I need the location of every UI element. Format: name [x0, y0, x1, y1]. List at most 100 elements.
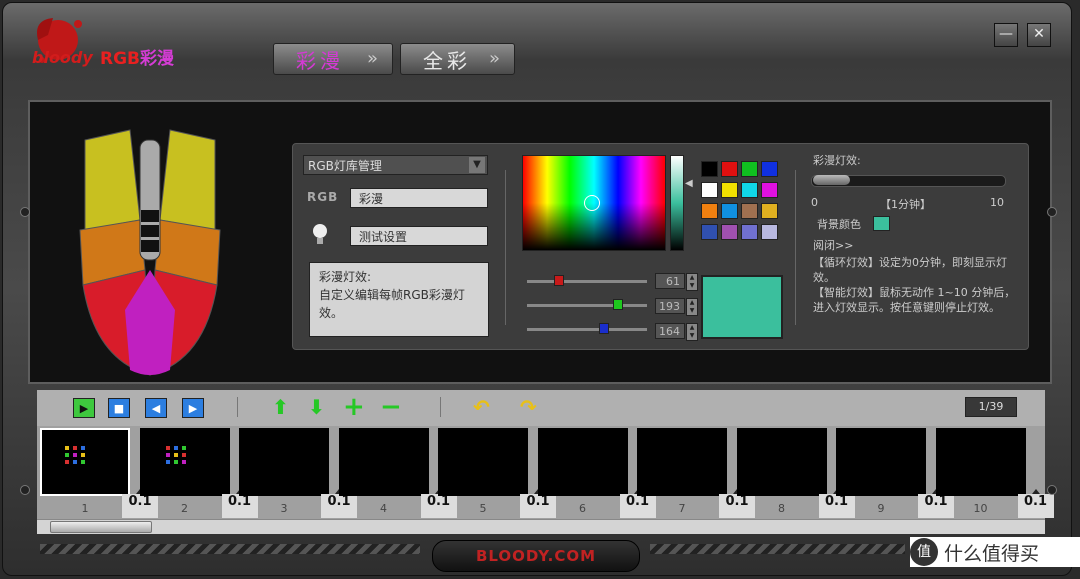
- color-swatch[interactable]: [761, 203, 778, 219]
- frame-thumbnail[interactable]: [338, 428, 429, 496]
- color-swatch[interactable]: [761, 161, 778, 177]
- minimize-button[interactable]: —: [994, 23, 1018, 47]
- screw: [1047, 485, 1057, 495]
- led-pixel: [65, 446, 69, 450]
- frame-thumbnail[interactable]: [935, 428, 1026, 496]
- frame-thumbnail[interactable]: [836, 428, 926, 496]
- led-pixel: [181, 446, 186, 450]
- color-swatch[interactable]: [721, 161, 738, 177]
- frame-thumbnail[interactable]: [40, 428, 130, 496]
- screw: [20, 207, 30, 217]
- led-pixel: [181, 460, 186, 464]
- green-spinner[interactable]: ▲ ▼: [686, 298, 698, 316]
- frame-number: 8: [778, 502, 785, 515]
- horizontal-scrollbar[interactable]: [37, 519, 1045, 534]
- led-pixel: [81, 446, 85, 450]
- frame-number: 3: [280, 502, 288, 515]
- move-up-icon[interactable]: ⬆: [272, 397, 289, 417]
- color-swatch[interactable]: [701, 224, 718, 240]
- blue-spinner[interactable]: ▲ ▼: [686, 323, 698, 341]
- color-swatch[interactable]: [741, 161, 758, 177]
- color-swatch[interactable]: [701, 182, 718, 198]
- tab-full-color[interactable]: 全彩»: [400, 43, 515, 75]
- led-pixel: [73, 446, 77, 450]
- led-pixel: [65, 453, 69, 457]
- color-swatch[interactable]: [741, 203, 758, 219]
- divider: [795, 170, 796, 325]
- red-slider-thumb[interactable]: [554, 275, 565, 286]
- led-pixel: [73, 460, 77, 464]
- frame-thumbnail[interactable]: [736, 428, 827, 496]
- footer-stripes: [40, 544, 420, 554]
- frame-number: 10: [973, 502, 988, 515]
- color-swatch[interactable]: [701, 203, 718, 219]
- red-value-input[interactable]: 61: [655, 273, 685, 289]
- led-pixel: [173, 453, 178, 457]
- frame-number: 1: [81, 502, 89, 515]
- add-frame-icon[interactable]: +: [343, 394, 365, 420]
- toolbar-divider: [440, 397, 441, 417]
- color-swatch[interactable]: [761, 182, 778, 198]
- led-pixel: [65, 460, 69, 464]
- luminance-bar[interactable]: [670, 155, 684, 251]
- frame-thumbnail[interactable]: [239, 428, 329, 496]
- watermark: 值什么值得买: [910, 537, 1080, 567]
- rgb-label: RGB: [307, 190, 339, 204]
- previous-frame-button[interactable]: ◀: [145, 398, 167, 418]
- tab-rainbow[interactable]: 彩漫»: [273, 43, 393, 75]
- effect-description: 彩漫灯效: 自定义编辑每帧RGB彩漫灯效。: [309, 262, 489, 337]
- bloody-logo: [37, 18, 82, 63]
- color-swatch[interactable]: [741, 224, 758, 240]
- color-swatch[interactable]: [721, 203, 738, 219]
- remove-frame-icon[interactable]: −: [380, 394, 402, 420]
- led-pixel: [81, 453, 85, 457]
- color-crosshair[interactable]: [584, 195, 600, 211]
- frame-thumbnail[interactable]: [637, 428, 727, 496]
- bg-color-label: 背景颜色: [817, 218, 861, 231]
- blue-value-input[interactable]: 164: [655, 323, 685, 339]
- color-swatch[interactable]: [701, 161, 718, 177]
- redo-icon[interactable]: ↷: [520, 397, 537, 417]
- red-spinner[interactable]: ▲ ▼: [686, 273, 698, 291]
- green-value-input[interactable]: 193: [655, 298, 685, 314]
- color-swatch[interactable]: [741, 182, 758, 198]
- screw: [20, 485, 30, 495]
- rgb-library-select[interactable]: RGB灯库管理 ▼: [303, 155, 488, 175]
- blue-slider-thumb[interactable]: [598, 323, 609, 334]
- green-slider[interactable]: [527, 299, 647, 310]
- led-pixel: [165, 453, 170, 457]
- led-pixel: [173, 460, 178, 464]
- mouse-zone-map[interactable]: [75, 120, 225, 380]
- color-swatch[interactable]: [721, 224, 738, 240]
- red-slider[interactable]: [527, 275, 647, 286]
- color-swatch[interactable]: [721, 182, 738, 198]
- color-swatch[interactable]: [761, 224, 778, 240]
- frame-duration[interactable]: 0.1: [1017, 489, 1054, 518]
- green-slider-thumb[interactable]: [613, 299, 624, 310]
- bloody-com-link[interactable]: BLOODY.COM: [432, 540, 640, 572]
- frame-thumbnail[interactable]: [438, 428, 528, 496]
- speed-slider-thumb[interactable]: [813, 175, 850, 185]
- scale-min: 0: [811, 196, 818, 209]
- frame-number: 4: [380, 502, 387, 515]
- color-preview: [701, 275, 783, 339]
- next-frame-button[interactable]: ▶: [182, 398, 204, 418]
- effect-name-field[interactable]: 彩漫: [350, 188, 488, 208]
- blue-slider[interactable]: [527, 323, 647, 334]
- frame-thumbnail[interactable]: [537, 428, 628, 496]
- move-down-icon[interactable]: ⬇: [308, 397, 325, 417]
- watermark-icon: 值: [910, 538, 938, 566]
- page-counter: 1/39: [965, 397, 1017, 417]
- scale-max: 10: [990, 196, 1004, 209]
- scale-mid: 【1分钟】: [880, 198, 931, 211]
- stop-button[interactable]: ■: [108, 398, 130, 418]
- luminance-arrow-icon[interactable]: ◀: [685, 178, 693, 189]
- read-toggle-link[interactable]: 阅闭>>: [813, 237, 853, 253]
- bg-color-swatch[interactable]: [873, 216, 890, 231]
- scrollbar-thumb[interactable]: [50, 521, 152, 533]
- undo-icon[interactable]: ↶: [473, 397, 490, 417]
- play-button[interactable]: ▶: [73, 398, 95, 418]
- close-button[interactable]: ✕: [1027, 23, 1051, 47]
- logo-text: bloody: [32, 48, 93, 67]
- test-setting-button[interactable]: 测试设置: [350, 226, 488, 246]
